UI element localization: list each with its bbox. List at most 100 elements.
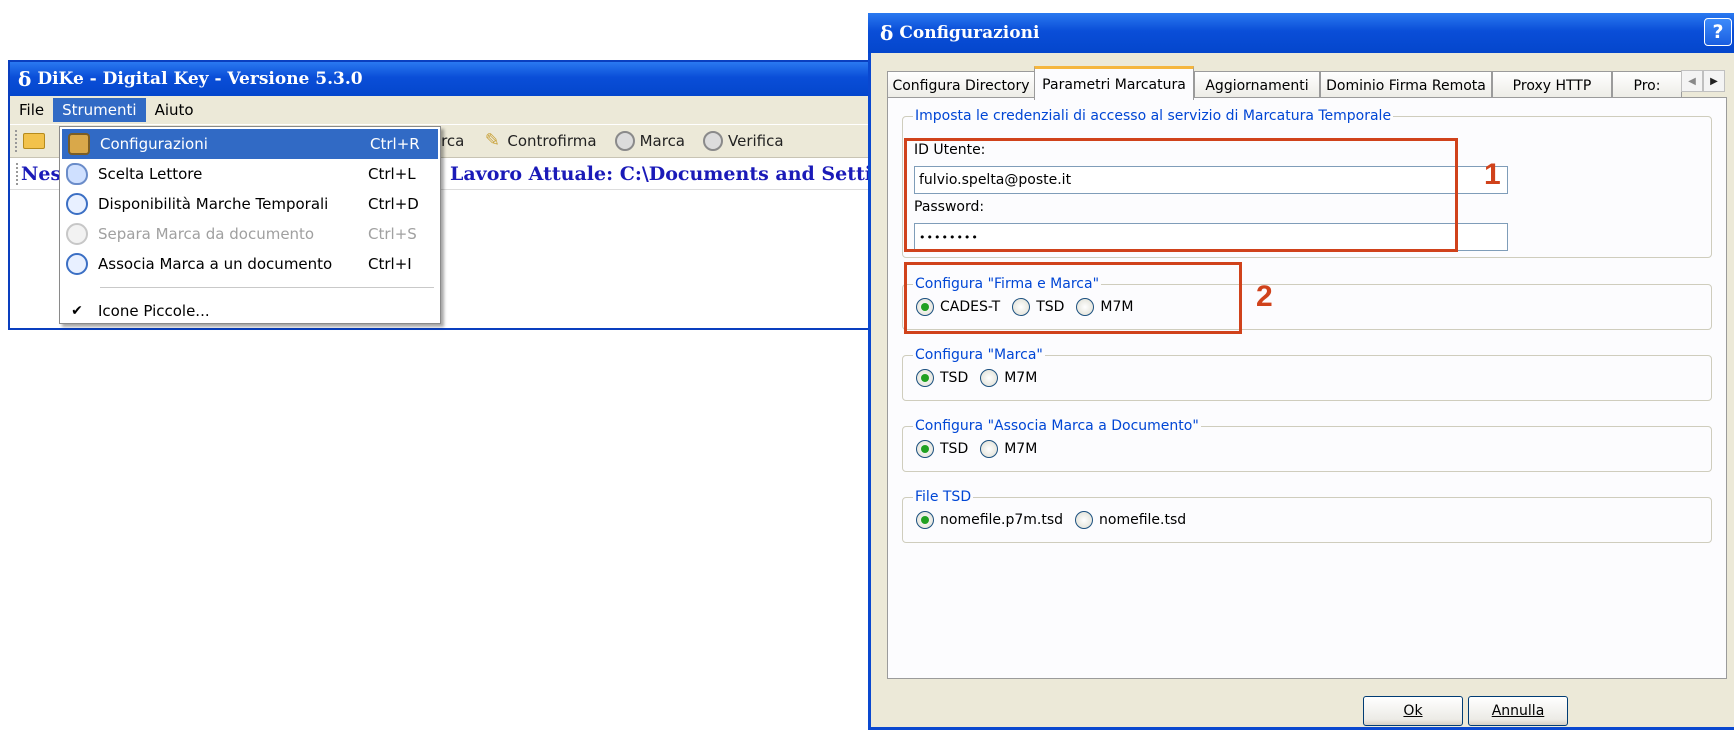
annotation-box-1: [904, 138, 1458, 252]
pen-icon: ✎: [484, 130, 500, 151]
gear-icon: [68, 133, 90, 155]
clock-icon: [66, 253, 88, 275]
menu-separator: [100, 287, 434, 288]
radio-unselected-icon: [980, 369, 999, 387]
verify-icon: [703, 131, 724, 151]
toolbar-marca-button[interactable]: Marca: [614, 131, 686, 151]
open-folder-icon[interactable]: [23, 133, 45, 149]
main-menubar: File Strumenti Aiuto: [10, 96, 878, 124]
tab-pro-truncated[interactable]: Pro:: [1612, 71, 1682, 99]
tab-label: Aggiornamenti: [1205, 77, 1309, 94]
strumenti-dropdown-menu: Configurazioni Ctrl+R Scelta Lettore Ctr…: [59, 126, 441, 324]
tab-aggiornamenti[interactable]: Aggiornamenti: [1194, 71, 1320, 99]
clock-icon: [66, 223, 88, 245]
radio-label: M7M: [1004, 441, 1038, 457]
radio-selected-icon: [916, 369, 934, 387]
tab-scroll-arrows: ◀ ▶: [1681, 70, 1725, 92]
radio-label: nomefile.p7m.tsd: [940, 512, 1064, 528]
tab-label: Pro:: [1633, 77, 1661, 94]
annotation-number-2: 2: [1256, 280, 1273, 313]
radio-m7m[interactable]: M7M: [980, 440, 1037, 458]
app-logo-icon: δ: [880, 21, 894, 45]
radio-tsd[interactable]: TSD: [916, 440, 968, 458]
menu-item-label: Disponibilità Marche Temporali: [98, 195, 329, 213]
ok-button[interactable]: Ok: [1363, 696, 1463, 726]
menu-item-label: Associa Marca a un documento: [98, 255, 333, 273]
menu-item-shortcut: Ctrl+D: [368, 195, 419, 213]
toolbar-verifica-label: Verifica: [728, 132, 784, 150]
working-directory-text: Lavoro Attuale: C:\Documents and Settin: [450, 162, 886, 185]
annulla-button-label: Annulla: [1491, 703, 1545, 719]
dialog-tab-strip: Configura Directory Parametri Marcatura …: [887, 66, 1727, 100]
tab-scroll-left-icon[interactable]: ◀: [1681, 70, 1703, 92]
menu-item-label: Icone Piccole...: [98, 302, 210, 320]
radio-selected-icon: [916, 511, 934, 529]
file-tsd-radio-group: nomefile.p7m.tsd nomefile.tsd: [916, 511, 1198, 529]
radio-label: TSD: [940, 370, 969, 386]
menu-item-disponibilita[interactable]: Disponibilità Marche Temporali Ctrl+D: [60, 189, 440, 219]
app-logo-icon: δ: [18, 67, 32, 91]
toolbar-marca-label: Marca: [639, 132, 686, 150]
file-tsd-legend: File TSD: [915, 489, 972, 505]
menu-item-separa-marca: Separa Marca da documento Ctrl+S: [60, 219, 440, 249]
radio-unselected-icon: [980, 440, 999, 458]
menu-item-shortcut: Ctrl+L: [368, 165, 416, 183]
tab-label: Proxy HTTP: [1512, 77, 1592, 94]
radio-label: TSD: [940, 441, 969, 457]
menu-item-shortcut: Ctrl+S: [368, 225, 417, 243]
associa-radio-group: TSD M7M: [916, 440, 1049, 458]
path-bar-left-text: Nes: [16, 162, 61, 185]
radio-selected-icon: [916, 440, 934, 458]
radio-tsd[interactable]: TSD: [916, 369, 968, 387]
tab-label: Dominio Firma Remota: [1326, 77, 1486, 94]
menu-item-label: Configurazioni: [100, 135, 208, 153]
menu-item-icone-piccole[interactable]: ✔ Icone Piccole...: [60, 296, 440, 326]
tab-parametri-marcatura[interactable]: Parametri Marcatura: [1034, 66, 1194, 100]
radio-m7m[interactable]: M7M: [980, 369, 1037, 387]
tab-proxy-http[interactable]: Proxy HTTP: [1492, 71, 1612, 99]
dialog-title-bar[interactable]: δ Configurazioni ? X: [868, 13, 1734, 53]
menu-item-shortcut: Ctrl+I: [368, 255, 412, 273]
tab-label: Configura Directory: [892, 77, 1030, 94]
tab-configura-directory[interactable]: Configura Directory: [887, 71, 1035, 99]
clock-icon: [614, 131, 635, 151]
toolbar-grip[interactable]: [15, 130, 19, 152]
credentials-legend: Imposta le credenziali di accesso al ser…: [915, 108, 1392, 124]
menu-aiuto[interactable]: Aiuto: [146, 98, 203, 122]
radio-label: nomefile.tsd: [1099, 512, 1187, 528]
reader-icon: [66, 163, 88, 185]
menu-item-shortcut: Ctrl+R: [370, 135, 420, 153]
radio-nomefile-p7m-tsd[interactable]: nomefile.p7m.tsd: [916, 511, 1063, 529]
menu-item-associa-marca[interactable]: Associa Marca a un documento Ctrl+I: [60, 249, 440, 279]
ok-button-label: Ok: [1403, 703, 1423, 719]
menu-file[interactable]: File: [10, 98, 53, 122]
menu-item-scelta-lettore[interactable]: Scelta Lettore Ctrl+L: [60, 159, 440, 189]
toolbar-verifica-button[interactable]: Verifica: [703, 131, 784, 151]
radio-label: M7M: [1004, 370, 1038, 386]
associa-legend: Configura "Associa Marca a Documento": [915, 418, 1199, 434]
annotation-number-1: 1: [1484, 158, 1501, 191]
dialog-title: Configurazioni: [899, 23, 1040, 43]
menu-item-label: Separa Marca da documento: [98, 225, 315, 243]
help-button[interactable]: ?: [1704, 18, 1732, 46]
tab-label: Parametri Marcatura: [1042, 76, 1186, 93]
toolbar-controfirma-label: Controfirma: [507, 132, 597, 150]
checkmark-icon: ✔: [71, 303, 83, 319]
annulla-button[interactable]: Annulla: [1468, 696, 1568, 726]
marca-legend: Configura "Marca": [915, 347, 1043, 363]
annotation-box-2: [904, 262, 1242, 334]
tab-panel-parametri-marcatura: Imposta le credenziali di accesso al ser…: [887, 97, 1727, 679]
marca-radio-group: TSD M7M: [916, 369, 1049, 387]
menu-strumenti[interactable]: Strumenti: [53, 98, 146, 122]
tab-dominio-firma-remota[interactable]: Dominio Firma Remota: [1320, 71, 1492, 99]
toolbar-controfirma-button[interactable]: ✎ Controfirma: [482, 130, 597, 151]
clock-icon: [66, 193, 88, 215]
radio-unselected-icon: [1075, 511, 1094, 529]
menu-item-label: Scelta Lettore: [98, 165, 203, 183]
tab-scroll-right-icon[interactable]: ▶: [1703, 70, 1725, 92]
radio-nomefile-tsd[interactable]: nomefile.tsd: [1075, 511, 1186, 529]
menu-item-configurazioni[interactable]: Configurazioni Ctrl+R: [62, 129, 438, 159]
main-window-title: DiKe - Digital Key - Versione 5.3.0: [37, 69, 363, 89]
main-title-bar[interactable]: δ DiKe - Digital Key - Versione 5.3.0: [10, 62, 878, 96]
configurazioni-dialog: δ Configurazioni ? X Configura Directory…: [868, 13, 1734, 730]
